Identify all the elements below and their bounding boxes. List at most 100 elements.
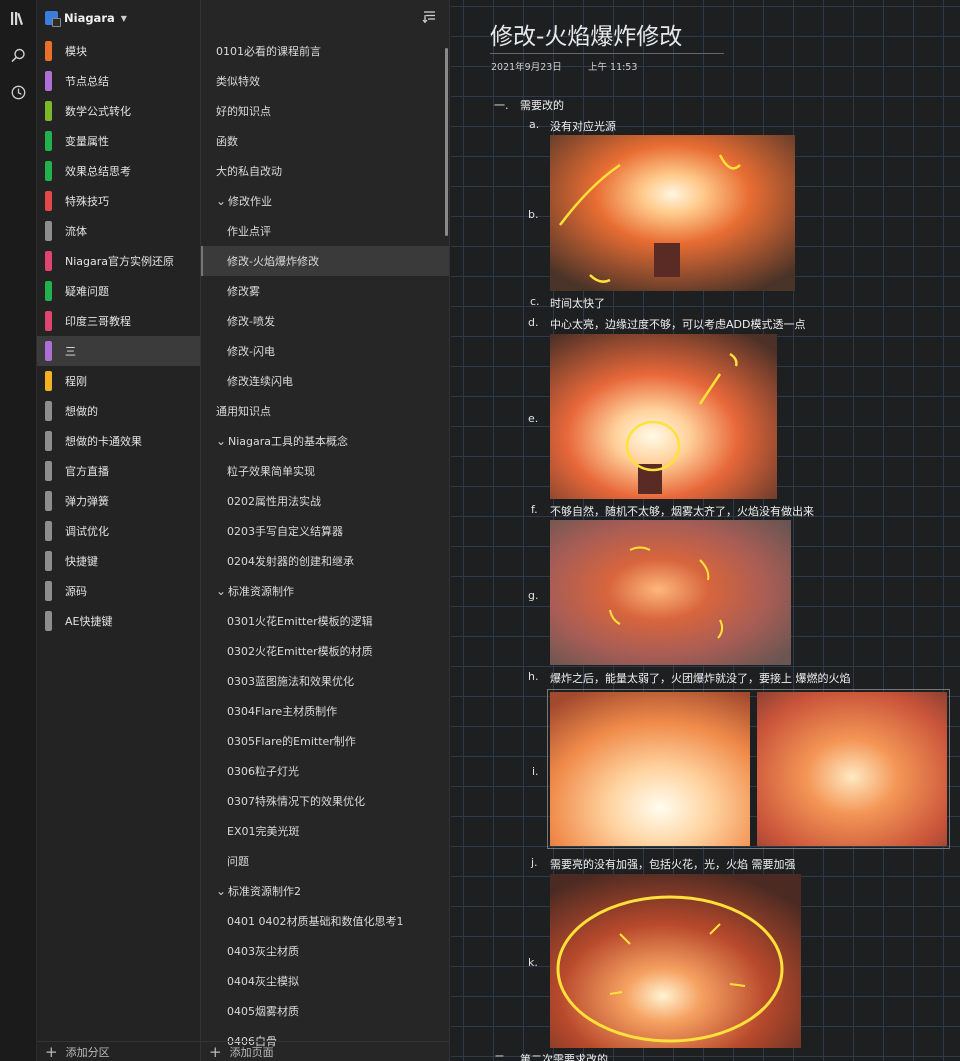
add-page-label: 添加页面 [229,1045,274,1059]
section-item[interactable]: AE快捷键 [37,606,200,636]
section-item[interactable]: 程刚 [37,366,200,396]
page-item[interactable]: 作业点评 [201,216,449,246]
page-item[interactable]: 修改-喷发 [201,306,449,336]
section-item[interactable]: 快捷键 [37,546,200,576]
section-label: Niagara官方实例还原 [65,255,175,268]
list-item-d[interactable]: 中心太亮，边缘过度不够，可以考虑ADD模式透一点 [550,316,805,332]
section-item[interactable]: 节点总结 [37,66,200,96]
page-group-item[interactable]: ⌄ Niagara工具的基本概念 [201,426,449,456]
section-item[interactable]: 调试优化 [37,516,200,546]
page-label: 类似特效 [216,75,260,88]
page-item[interactable]: 修改连续闪电 [201,366,449,396]
chevron-down-icon[interactable]: ⌄ [216,194,226,208]
page-item[interactable]: 0304Flare主材质制作 [201,696,449,726]
screenshot-image-g[interactable] [550,520,791,665]
chevron-down-icon[interactable]: ⌄ [216,584,226,598]
list-item-c[interactable]: 时间太快了 [550,295,605,311]
section-item[interactable]: 效果总结思考 [37,156,200,186]
page-item[interactable]: 0305Flare的Emitter制作 [201,726,449,756]
page-item[interactable]: 0302火花Emitter模板的材质 [201,636,449,666]
page-label: 函数 [216,135,238,148]
notebook-switcher[interactable]: Niagara ▼ [37,0,200,36]
search-icon[interactable] [0,37,37,74]
section-label: 数学公式转化 [65,105,131,118]
page-item[interactable]: 通用知识点 [201,396,449,426]
page-item[interactable]: 0403灰尘材质 [201,936,449,966]
page-item[interactable]: 0202属性用法实战 [201,486,449,516]
list-item-h[interactable]: 爆炸之后，能量太弱了，火团爆炸就没了，要接上 爆燃的火焰 [550,670,851,686]
chevron-down-icon[interactable]: ⌄ [216,884,226,898]
list-item-f[interactable]: 不够自然，随机不太够，烟雾太齐了，火焰没有做出来 [550,503,814,519]
page-item[interactable]: 0303蓝图施法和效果优化 [201,666,449,696]
page-title[interactable]: 修改-火焰爆炸修改 [490,17,682,51]
library-icon[interactable] [0,0,37,37]
page-label: 通用知识点 [216,405,271,418]
screenshot-image-e[interactable] [550,334,777,499]
page-item[interactable]: 修改-闪电 [201,336,449,366]
chevron-down-icon[interactable]: ⌄ [216,434,226,448]
sort-icon[interactable] [422,9,437,27]
section-list: 模块 节点总结数学公式转化变量属性 效果总结思考 特殊技巧 流体 Niagara官方实例还… [37,36,200,636]
page-item[interactable]: 修改-火焰爆炸修改 [201,246,449,276]
page-group-item[interactable]: ⌄ 修改作业 [201,186,449,216]
screenshot-image-b[interactable] [550,135,795,291]
add-page-button[interactable]: + 添加页面 [201,1041,450,1061]
page-item[interactable]: 修改雾 [201,276,449,306]
list-item-a[interactable]: 没有对应光源 [550,118,616,134]
page-item[interactable]: 0306粒子灯光 [201,756,449,786]
page-item[interactable]: 函数 [201,126,449,156]
page-label: 标准资源制作2 [228,885,301,898]
section-label: 快捷键 [65,555,98,568]
section-item[interactable]: 数学公式转化 [37,96,200,126]
section-item[interactable]: 模块 [37,36,200,66]
outline-heading-2[interactable]: 第二次需要求改的 [520,1051,608,1061]
section-item[interactable]: 变量属性 [37,126,200,156]
recent-icon[interactable] [0,74,37,111]
page-item[interactable]: 0204发射器的创建和继承 [201,546,449,576]
page-label: 0306粒子灯光 [227,765,299,778]
pages-scrollbar[interactable] [445,48,448,236]
page-label: 0305Flare的Emitter制作 [227,735,356,748]
section-item[interactable]: 弹力弹簧 [37,486,200,516]
page-item[interactable]: 问题 [201,846,449,876]
add-section-button[interactable]: + 添加分区 [37,1041,201,1061]
outline-heading-1[interactable]: 需要改的 [520,97,564,113]
page-item[interactable]: 0203手写自定义结算器 [201,516,449,546]
page-label: 修改-闪电 [227,345,275,358]
note-canvas[interactable]: 修改-火焰爆炸修改 2021年9月23日 上午 11:53 一. 需要改的 a.… [451,0,960,1061]
page-item[interactable]: 0405烟雾材质 [201,996,449,1026]
screenshot-image-i-right[interactable] [757,692,947,846]
section-item[interactable]: 三 [37,336,200,366]
section-item[interactable]: 想做的 [37,396,200,426]
section-label: 弹力弹簧 [65,495,109,508]
page-item[interactable]: 0101必看的课程前言 [201,36,449,66]
section-item[interactable]: 疑难问题 [37,276,200,306]
section-color-tab [45,251,52,271]
list-letter-k: k. [528,956,538,969]
page-item[interactable]: 大的私自改动 [201,156,449,186]
section-item[interactable]: 特殊技巧 [37,186,200,216]
page-label: 0204发射器的创建和继承 [227,555,354,568]
page-item[interactable]: 0401 0402材质基础和数值化思考1 [201,906,449,936]
list-item-j[interactable]: 需要亮的没有加强，包括火花，光，火焰 需要加强 [550,856,796,872]
section-item[interactable]: Niagara官方实例还原 [37,246,200,276]
page-group-item[interactable]: ⌄ 标准资源制作 [201,576,449,606]
page-item[interactable]: 好的知识点 [201,96,449,126]
section-item[interactable]: 流体 [37,216,200,246]
section-label: 疑难问题 [65,285,109,298]
page-item[interactable]: 粒子效果简单实现 [201,456,449,486]
page-item[interactable]: 类似特效 [201,66,449,96]
page-item[interactable]: 0307特殊情况下的效果优化 [201,786,449,816]
section-item[interactable]: 印度三哥教程 [37,306,200,336]
list-letter-h: h. [528,670,539,683]
page-item[interactable]: 0301火花Emitter模板的逻辑 [201,606,449,636]
section-item[interactable]: 想做的卡通效果 [37,426,200,456]
section-item[interactable]: 官方直播 [37,456,200,486]
page-item[interactable]: 0404灰尘模拟 [201,966,449,996]
page-group-item[interactable]: ⌄ 标准资源制作2 [201,876,449,906]
page-item[interactable]: EX01完美光斑 [201,816,449,846]
chevron-down-icon: ▼ [120,13,127,23]
screenshot-image-k[interactable] [550,874,801,1048]
screenshot-image-i-left[interactable] [550,692,750,846]
section-item[interactable]: 源码 [37,576,200,606]
